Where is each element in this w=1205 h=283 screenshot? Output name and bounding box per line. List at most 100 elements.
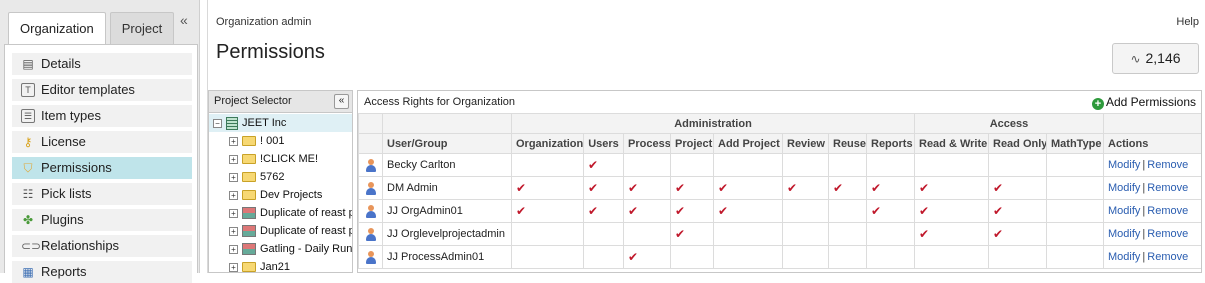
expand-node-icon[interactable]: + (229, 190, 238, 200)
remove-link[interactable]: Remove (1147, 228, 1188, 240)
tree-node[interactable]: + Duplicate of reast p (229, 204, 352, 222)
sidebar-item-label: Reports (41, 264, 87, 279)
expand-node-icon[interactable]: + (229, 154, 238, 164)
remove-link[interactable]: Remove (1147, 205, 1188, 217)
check-icon: ✔ (919, 181, 930, 195)
column-header-read-only: Read Only (988, 133, 1047, 154)
collapse-sidebar-icon[interactable]: « (180, 12, 188, 28)
permission-cell (1045, 153, 1105, 177)
project-icon (242, 225, 256, 238)
collapse-selector-icon[interactable]: « (334, 94, 349, 109)
collapse-node-icon[interactable]: − (213, 118, 222, 128)
icon-column-header (358, 133, 383, 154)
sidebar-item-license[interactable]: ⚷ License (12, 131, 192, 153)
column-header-organization: Organization (511, 133, 584, 154)
sidebar-item-label: Item types (41, 108, 101, 123)
tree-node-label: Jan21 (260, 261, 290, 273)
sidebar-item-pick-lists[interactable]: ☷ Pick lists (12, 183, 192, 205)
sidebar-item-reports[interactable]: ▦ Reports (12, 261, 192, 283)
column-header-reuse: Reuse (828, 133, 867, 154)
permission-cell: ✔ (988, 199, 1047, 223)
check-icon: ✔ (919, 204, 930, 218)
column-header-reports: Reports (866, 133, 915, 154)
check-icon: ✔ (833, 181, 844, 195)
expand-node-icon[interactable]: + (229, 262, 238, 272)
expand-node-icon[interactable]: + (229, 172, 238, 182)
permission-cell (988, 245, 1047, 269)
tree-node[interactable]: + Duplicate of reast p (229, 222, 352, 240)
expand-node-icon[interactable]: + (229, 244, 238, 254)
permission-cell: ✔ (583, 199, 624, 223)
expand-node-icon[interactable]: + (229, 136, 238, 146)
modify-link[interactable]: Modify (1108, 205, 1140, 217)
modify-link[interactable]: Modify (1108, 182, 1140, 194)
tree-node[interactable]: + !CLICK ME! (229, 150, 318, 168)
sidebar-item-relationships[interactable]: ⊂⊃ Relationships (12, 235, 192, 257)
add-permissions-button[interactable]: + Add Permissions (1091, 91, 1196, 113)
permission-cell: ✔ (866, 176, 915, 200)
pulse-icon: ∿ (1130, 52, 1141, 66)
check-icon: ✔ (675, 227, 686, 241)
permission-cell (988, 153, 1047, 177)
permission-cell (914, 245, 989, 269)
tree-node[interactable]: + Dev Projects (229, 186, 322, 204)
check-icon: ✔ (871, 181, 882, 195)
check-icon: ✔ (993, 227, 1004, 241)
sidebar-item-plugins[interactable]: ✤ Plugins (12, 209, 192, 231)
user-group-name: JJ ProcessAdmin01 (382, 245, 512, 269)
project-selector: Project Selector « − JEET Inc + ! 001 + !CLIC… (208, 90, 353, 273)
tree-node[interactable]: + Gatling - Daily Run (229, 240, 352, 258)
sidebar-item-item-types[interactable]: ☰ Item types (12, 105, 192, 127)
sidebar-item-details[interactable]: ▤ Details (12, 53, 192, 75)
user-group-name: Becky Carlton (382, 153, 512, 177)
permission-cell (511, 153, 584, 177)
tab-project[interactable]: Project (109, 12, 175, 44)
column-header-add-project: Add Project (713, 133, 783, 154)
breadcrumb[interactable]: Organization admin (216, 16, 311, 28)
help-link[interactable]: Help (1176, 16, 1199, 28)
activity-counter-button[interactable]: ∿ 2,146 (1112, 43, 1199, 74)
actions-cell: Modify | Remove (1103, 176, 1201, 200)
sidebar-item-label: Editor templates (41, 82, 135, 97)
group-header-row: Administration Access (358, 113, 1201, 134)
permissions-table: Administration Access User/Group Organiza… (358, 113, 1201, 269)
remove-link[interactable]: Remove (1147, 159, 1188, 171)
sidebar-item-permissions[interactable]: ⛉ Permissions (12, 157, 192, 179)
permission-cell: ✔ (914, 199, 989, 223)
modify-link[interactable]: Modify (1108, 228, 1140, 240)
remove-link[interactable]: Remove (1147, 251, 1188, 263)
modify-link[interactable]: Modify (1108, 159, 1140, 171)
action-separator: | (1142, 251, 1146, 263)
user-cell-icon (358, 153, 383, 177)
tree-node[interactable]: + Jan21 (229, 258, 290, 273)
permission-cell: ✔ (988, 176, 1047, 200)
permission-cell: ✔ (828, 176, 867, 200)
blank-header (1103, 113, 1201, 134)
permission-cell (713, 153, 783, 177)
permission-cell: ✔ (713, 199, 783, 223)
expand-node-icon[interactable]: + (229, 226, 238, 236)
modify-link[interactable]: Modify (1108, 251, 1140, 263)
permission-cell (511, 222, 584, 246)
tree-node[interactable]: + ! 001 (229, 132, 284, 150)
link-icon: ⊂⊃ (21, 239, 42, 253)
tree-node-label: !CLICK ME! (260, 153, 319, 165)
tab-organization[interactable]: Organization (8, 12, 106, 45)
sidebar-item-editor-templates[interactable]: T Editor templates (12, 79, 192, 101)
permission-cell (713, 245, 783, 269)
action-separator: | (1142, 159, 1146, 171)
tree-node[interactable]: +5762 (229, 168, 284, 186)
column-header-users: Users (583, 133, 624, 154)
expand-node-icon[interactable]: + (229, 208, 238, 218)
permission-cell: ✔ (914, 222, 989, 246)
column-header-read-write: Read & Write (914, 133, 989, 154)
check-icon: ✔ (588, 204, 599, 218)
user-icon (365, 181, 377, 195)
permission-cell (623, 222, 671, 246)
column-header-row: User/Group Organization Users Process Projec… (358, 133, 1201, 154)
tree-root-node[interactable]: − JEET Inc (209, 114, 352, 132)
remove-link[interactable]: Remove (1147, 182, 1188, 194)
column-header-actions: Actions (1103, 133, 1201, 154)
permission-cell (866, 245, 915, 269)
plugin-icon: ✤ (22, 213, 34, 227)
